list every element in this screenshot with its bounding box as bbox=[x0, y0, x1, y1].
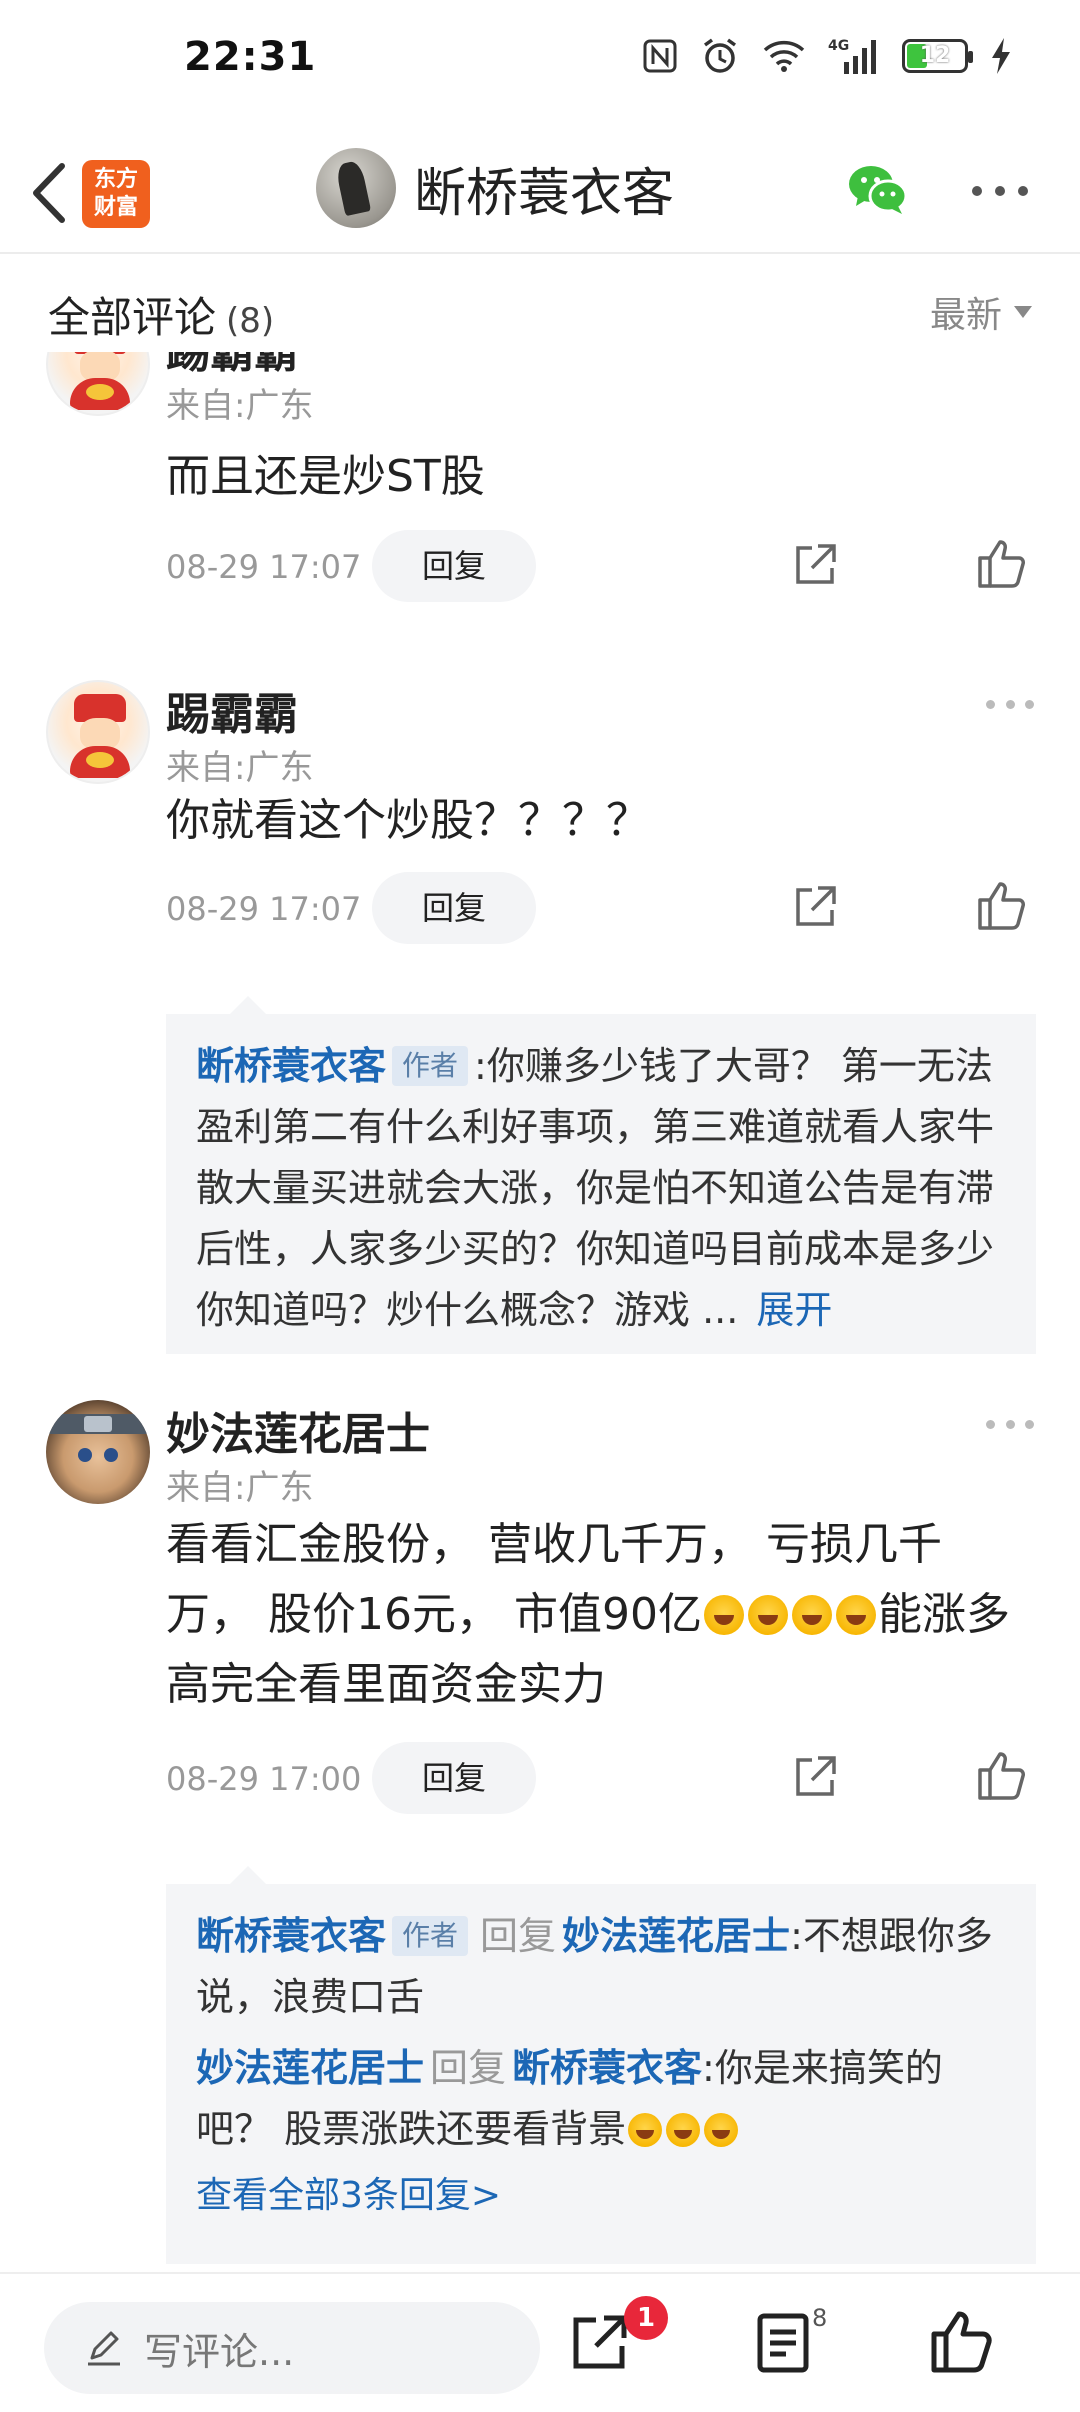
laugh-cry-emoji-icon bbox=[704, 2113, 739, 2147]
comment-text: 而且还是炒ST股 bbox=[166, 451, 485, 502]
comments-count: (8) bbox=[226, 301, 275, 341]
author-tag: 作者 bbox=[392, 1916, 469, 1956]
user-avatar[interactable] bbox=[46, 352, 150, 416]
laugh-cry-emoji-icon bbox=[835, 1595, 876, 1635]
reply-button[interactable]: 回复 bbox=[372, 530, 536, 602]
reply-author[interactable]: 断桥蓑衣客 bbox=[196, 1914, 386, 1958]
comment-text: 你就看这个炒股？？？？ bbox=[166, 795, 650, 846]
laugh-cry-emoji-icon bbox=[666, 2113, 701, 2147]
user-avatar[interactable] bbox=[46, 680, 150, 784]
reply-item: 妙法莲花居士 回复 断桥蓑衣客:你是来搞笑的吧？ 股票涨跌还要看背景 bbox=[196, 2038, 1006, 2160]
nfc-icon bbox=[643, 39, 677, 73]
wechat-icon[interactable] bbox=[846, 160, 910, 220]
signal-4g-icon: 4G bbox=[828, 38, 876, 74]
user-avatar[interactable] bbox=[46, 1400, 150, 1504]
comment-count: 8 bbox=[812, 2304, 828, 2332]
comment-location: 来自:广东 bbox=[166, 748, 314, 788]
comment-actions: 08-29 17:07 回复 bbox=[166, 530, 1046, 602]
page-title: 断桥蓑衣客 bbox=[414, 163, 675, 224]
status-bar: 22:31 4G 12 bbox=[0, 0, 1080, 120]
laugh-cry-emoji-icon bbox=[703, 1595, 744, 1635]
laugh-cry-emoji-icon bbox=[628, 2113, 663, 2147]
charging-icon bbox=[992, 38, 1010, 74]
more-icon[interactable] bbox=[986, 1420, 1034, 1432]
sort-label: 最新 bbox=[929, 295, 1002, 336]
thumbs-up-icon[interactable] bbox=[976, 536, 1028, 590]
wifi-icon bbox=[763, 40, 805, 72]
comment-text: 看看汇金股份， 营收几千万， 亏损几千万， 股价16元， 市值90亿 能涨多高完全… bbox=[166, 1519, 1010, 1710]
comment-time: 08-29 17:00 bbox=[166, 1760, 362, 1798]
reply-target[interactable]: 妙法莲花居士 bbox=[562, 1914, 790, 1958]
reply-word: 回复 bbox=[430, 2046, 507, 2090]
thumbs-up-icon[interactable] bbox=[976, 878, 1028, 932]
chevron-left-icon[interactable] bbox=[22, 158, 82, 228]
share-icon[interactable] bbox=[790, 540, 840, 590]
share-icon[interactable] bbox=[790, 1752, 840, 1802]
comment-time: 08-29 17:07 bbox=[166, 890, 362, 928]
more-icon[interactable] bbox=[972, 186, 1028, 200]
reply-button[interactable]: 回复 bbox=[372, 872, 536, 944]
comment-username[interactable]: 妙法莲花居士 bbox=[166, 1398, 430, 1462]
comment-item: 妙法莲花居士 来自:广东 看看汇金股份， 营收几千万， 亏损几千万， 股价16元… bbox=[0, 1392, 1080, 2272]
comment-list[interactable]: 踢霸霸 来自:广东 而且还是炒ST股 08-29 17:07 回复 踢霸霸 来自… bbox=[0, 352, 1080, 2272]
svg-text:4G: 4G bbox=[828, 38, 849, 54]
thumbs-up-icon[interactable] bbox=[976, 1748, 1028, 1802]
comment-username[interactable]: 踢霸霸 bbox=[166, 352, 298, 380]
top-nav: 东方 财富 断桥蓑衣客 bbox=[0, 130, 1080, 254]
share-icon[interactable] bbox=[568, 2310, 632, 2374]
laugh-cry-emoji-icon bbox=[791, 1595, 832, 1635]
author-tag: 作者 bbox=[392, 1046, 469, 1086]
thumbs-up-icon[interactable] bbox=[930, 2306, 994, 2374]
author-header[interactable]: 断桥蓑衣客 bbox=[316, 148, 674, 228]
author-avatar[interactable] bbox=[316, 148, 396, 228]
app-logo[interactable]: 东方 财富 bbox=[82, 160, 150, 228]
laugh-cry-emoji-icon bbox=[747, 1595, 788, 1635]
view-all-replies-link[interactable]: 查看全部3条回复> bbox=[196, 2168, 1006, 2224]
reply-box[interactable]: 断桥蓑衣客 作者:你赚多少钱了大哥？ 第一无法盈利第二有什么利好事项，第三难道就看… bbox=[166, 996, 1036, 1354]
reply-target[interactable]: 断桥蓑衣客 bbox=[512, 2046, 702, 2090]
reply-button[interactable]: 回复 bbox=[372, 1742, 536, 1814]
notification-badge: 1 bbox=[624, 2296, 668, 2340]
caret-down-icon bbox=[1014, 306, 1032, 318]
expand-link[interactable]: 展开 bbox=[756, 1288, 832, 1332]
comment-actions: 08-29 17:07 回复 bbox=[166, 872, 1046, 944]
comment-placeholder: 写评论... bbox=[144, 2329, 295, 2374]
bottom-bar: 写评论... 1 8 bbox=[0, 2272, 1080, 2412]
comment-actions: 08-29 17:00 回复 bbox=[166, 1742, 1046, 1814]
battery-icon: 12 bbox=[902, 39, 973, 73]
share-icon[interactable] bbox=[790, 882, 840, 932]
reply-author[interactable]: 妙法莲花居士 bbox=[196, 2046, 424, 2090]
comment-location: 来自:广东 bbox=[166, 386, 314, 426]
reply-item: 断桥蓑衣客 作者:你赚多少钱了大哥？ 第一无法盈利第二有什么利好事项，第三难道就看… bbox=[196, 1036, 1006, 1341]
status-icons: 4G 12 bbox=[642, 36, 1012, 76]
comment-input[interactable]: 写评论... bbox=[44, 2302, 540, 2394]
comment-time: 08-29 17:07 bbox=[166, 548, 362, 586]
comment-username[interactable]: 踢霸霸 bbox=[166, 678, 298, 742]
reply-box[interactable]: 断桥蓑衣客 作者 回复 妙法莲花居士:不想跟你多说，浪费口舌 妙法莲花居士 回复 断桥蓑衣… bbox=[166, 1866, 1036, 2264]
status-time: 22:31 bbox=[184, 34, 317, 80]
alarm-icon bbox=[703, 38, 737, 73]
reply-item: 断桥蓑衣客 作者 回复 妙法莲花居士:不想跟你多说，浪费口舌 bbox=[196, 1906, 1006, 2028]
comment-item: 踢霸霸 来自:广东 你就看这个炒股？？？？ 08-29 17:07 回复 断桥蓑… bbox=[0, 672, 1080, 1354]
comments-title: 全部评论 (8) bbox=[48, 293, 275, 342]
more-icon[interactable] bbox=[986, 700, 1034, 712]
reply-word: 回复 bbox=[480, 1914, 557, 1958]
sort-dropdown[interactable]: 最新 bbox=[930, 286, 1032, 338]
battery-level: 12 bbox=[919, 43, 951, 68]
list-icon[interactable] bbox=[756, 2312, 810, 2374]
pencil-icon bbox=[88, 2331, 120, 2366]
comments-header: 全部评论 (8) 最新 bbox=[0, 256, 1080, 352]
comment-location: 来自:广东 bbox=[166, 1468, 314, 1508]
reply-author[interactable]: 断桥蓑衣客 bbox=[196, 1044, 386, 1088]
